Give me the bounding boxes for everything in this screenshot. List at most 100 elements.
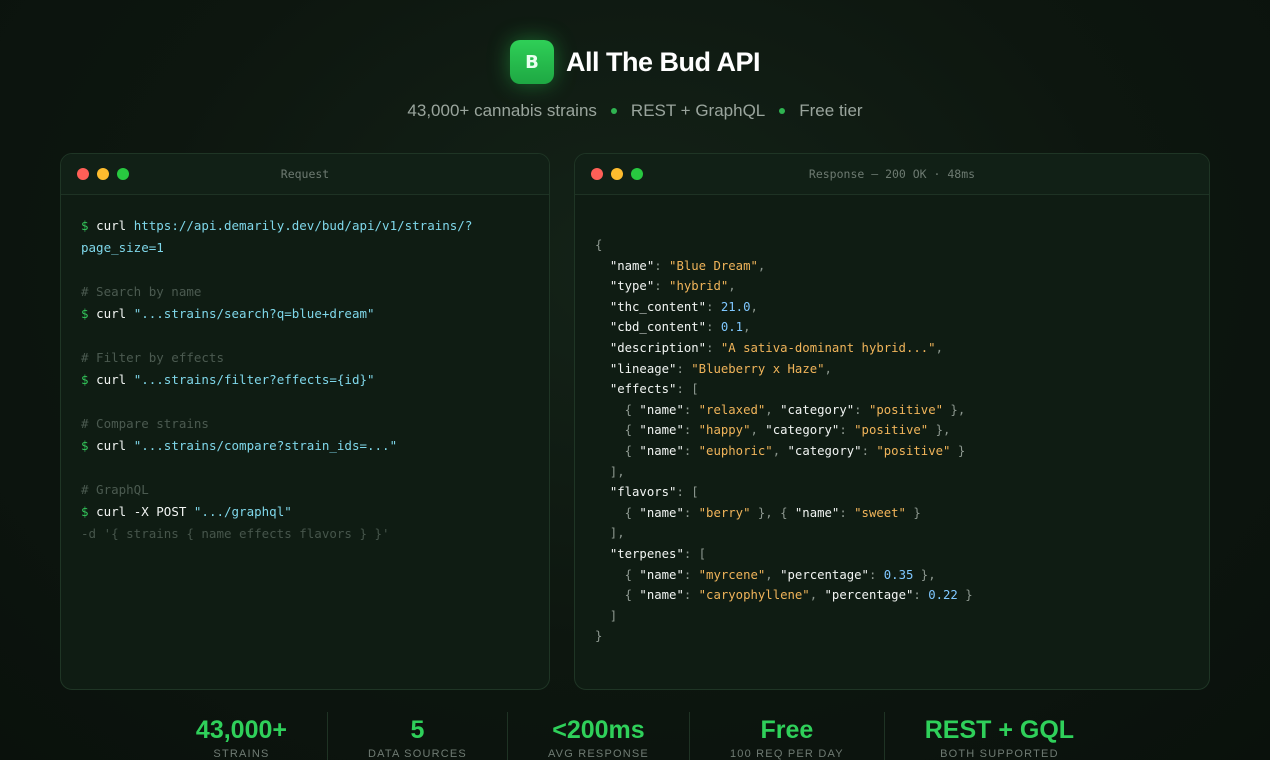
code-token-cmt: # Filter by effects <box>81 350 224 365</box>
code-line: "terpenes": [ <box>595 544 1189 565</box>
code-line: ], <box>595 462 1189 483</box>
code-line: "effects": [ <box>595 379 1189 400</box>
code-token-pun: : <box>683 402 699 417</box>
code-line: $ curl -X POST ".../graphql" <box>81 501 529 523</box>
code-token-pun <box>595 341 610 355</box>
code-line: "thc_content": 21.0, <box>595 297 1189 318</box>
stat-data-sources: 5 DATA SOURCES <box>328 712 508 760</box>
code-token-pun: { <box>595 402 640 417</box>
code-token-pun: : <box>706 340 721 355</box>
stat-strains: 43,000+ STRAINS <box>156 712 328 760</box>
code-token-cmt: # Search by name <box>81 284 202 299</box>
code-token-pun: { <box>595 588 640 603</box>
request-title-bar: Request <box>61 154 549 195</box>
code-token-cmd: curl <box>96 306 134 321</box>
stat-value: 43,000+ <box>195 716 287 744</box>
code-token-cmt: # Compare strains <box>81 416 209 431</box>
request-panel-title: Request <box>280 167 330 181</box>
code-token-key: "effects" <box>609 382 677 397</box>
response-title-bar: Response — 200 OK · 48ms <box>575 154 1209 195</box>
stat-label: 100 REQ PER DAY <box>729 748 844 760</box>
code-token-str: "hybrid" <box>669 279 729 294</box>
code-token-key: "name" <box>639 567 684 582</box>
code-token-pun: , <box>728 279 736 294</box>
code-line: { "name": "happy", "category": "positive… <box>595 420 1189 441</box>
code-token-str: "caryophyllene" <box>698 588 810 603</box>
code-token-key: "name" <box>609 258 655 273</box>
subtitle-protocols: REST + GraphQL <box>630 101 766 120</box>
code-token-key: "thc_content" <box>609 299 707 314</box>
code-line: -d '{ strains { name effects flavors } }… <box>81 523 529 545</box>
bullet-dot-icon <box>610 108 617 114</box>
code-line: { "name": "berry" }, { "name": "sweet" } <box>595 503 1189 524</box>
code-token-str: "A sativa-dominant hybrid..." <box>720 340 936 355</box>
code-token-num: 0.35 <box>883 567 914 582</box>
code-token-str: "berry" <box>698 505 751 520</box>
code-token-pun: : <box>654 258 670 273</box>
code-token-pun: , <box>743 320 751 335</box>
code-line: } <box>595 626 1189 647</box>
code-token-pun: : <box>683 567 699 582</box>
subtitle-tier: Free tier <box>799 101 863 120</box>
code-token-pun: ], <box>595 526 625 541</box>
code-token-str: "positive" <box>876 443 951 458</box>
code-token-str: "euphoric" <box>698 443 773 458</box>
code-token-key: "lineage" <box>609 361 677 376</box>
code-token-pun: : <box>683 443 699 458</box>
code-token-pun: { <box>595 238 603 252</box>
code-token-key: "cbd_content" <box>609 320 707 335</box>
code-token-prompt: $ <box>81 438 97 453</box>
stat-free-tier: Free 100 REQ PER DAY <box>690 712 885 760</box>
code-token-key: "flavors" <box>609 485 677 500</box>
code-token-str: "myrcene" <box>698 567 766 582</box>
code-token-key: "category" <box>787 443 862 458</box>
code-line: $ curl "...strains/filter?effects={id}" <box>81 369 529 391</box>
code-token-pun <box>595 547 610 561</box>
code-token-pun <box>595 485 610 499</box>
subtitle: 43,000+ cannabis strains REST + GraphQL … <box>0 101 1270 121</box>
code-token-str: "relaxed" <box>698 402 766 417</box>
code-line: { "name": "caryophyllene", "percentage":… <box>595 585 1189 606</box>
code-token-pun <box>595 259 610 273</box>
code-token-prompt: $ <box>81 372 97 387</box>
code-line: "flavors": [ <box>595 482 1189 503</box>
code-token-pun: : <box>913 588 929 603</box>
code-token-pun: } <box>957 588 973 603</box>
code-token-key: "description" <box>609 340 707 355</box>
code-token-str: "positive" <box>854 423 929 438</box>
request-code-block: $ curl https://api.demarily.dev/bud/api/… <box>61 195 549 565</box>
code-line: ], <box>595 523 1189 544</box>
stat-label: AVG RESPONSE <box>547 748 649 760</box>
code-token-pun: ], <box>595 464 625 479</box>
code-token-pun <box>595 382 610 396</box>
code-token-num: 0.1 <box>720 320 744 335</box>
code-token-url: page_size=1 <box>81 240 164 255</box>
code-token-pun: { <box>595 505 640 520</box>
code-token-url: "...strains/filter?effects={id}" <box>133 372 375 387</box>
code-token-key: "category" <box>765 423 840 438</box>
code-line: ] <box>595 606 1189 627</box>
code-token-pun: : <box>861 443 877 458</box>
code-token-prompt: $ <box>81 218 97 233</box>
code-token-pun: : <box>676 361 692 376</box>
code-token-pun: { <box>595 443 640 458</box>
code-line: "type": "hybrid", <box>595 276 1189 297</box>
code-token-pun: : <box>683 423 699 438</box>
code-token-cmd: curl <box>96 438 134 453</box>
code-token-key: "type" <box>609 279 655 294</box>
code-token-pun: , <box>765 402 781 417</box>
code-token-pun: , <box>765 567 781 582</box>
code-token-pun: : <box>706 320 721 335</box>
logo-icon: B <box>510 40 554 84</box>
code-token-key: "terpenes" <box>609 546 684 561</box>
code-token-pun: : <box>706 299 721 314</box>
code-token-pun: , <box>935 340 943 355</box>
request-panel: Request $ curl https://api.demarily.dev/… <box>60 153 550 690</box>
code-token-pun: , <box>750 299 758 314</box>
code-line: "description": "A sativa-dominant hybrid… <box>595 338 1189 359</box>
app-title: All The Bud API <box>566 46 761 77</box>
code-token-pun: } <box>950 443 966 458</box>
code-token-pun: : [ <box>683 546 707 561</box>
code-token-cmd: curl <box>96 372 134 387</box>
